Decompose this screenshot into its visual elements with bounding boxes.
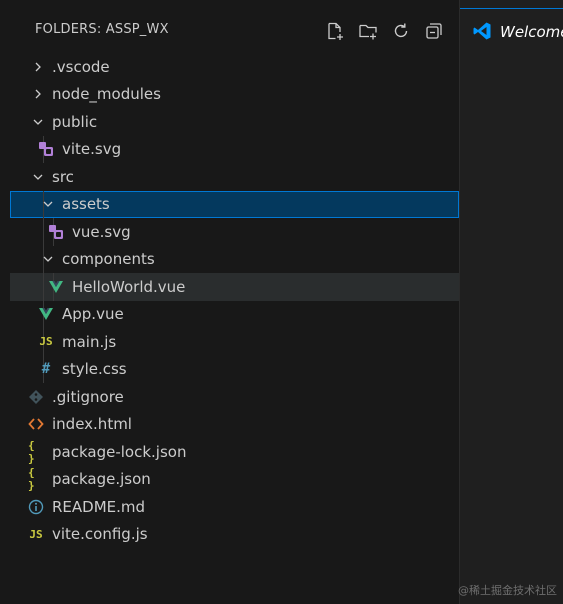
tree-item-label: index.html bbox=[52, 415, 132, 434]
tree-item-label: package.json bbox=[52, 470, 151, 489]
chevron-down-icon[interactable] bbox=[42, 253, 54, 265]
tree-item-label: src bbox=[52, 167, 74, 186]
css-icon: # bbox=[41, 361, 51, 378]
tree-item-public[interactable]: public bbox=[10, 108, 459, 136]
indent-guide bbox=[43, 273, 44, 301]
tree-item-label: public bbox=[52, 112, 98, 131]
tree-item-label: assets bbox=[62, 195, 110, 214]
tree-item-vue-svg[interactable]: vue.svg bbox=[10, 218, 459, 246]
tree-item-node-modules[interactable]: node_modules bbox=[10, 81, 459, 109]
chevron-down-icon[interactable] bbox=[32, 171, 44, 183]
tree-item-label: main.js bbox=[62, 332, 117, 351]
new-file-button[interactable] bbox=[322, 18, 347, 43]
tree-item-label: vite.svg bbox=[62, 140, 122, 159]
chevron-right-icon[interactable] bbox=[32, 88, 44, 100]
tree-item-label: App.vue bbox=[62, 305, 124, 324]
collapse-all-icon bbox=[425, 22, 442, 39]
vscode-logo-icon bbox=[473, 22, 491, 40]
tree-item-helloworld-vue[interactable]: HelloWorld.vue bbox=[10, 273, 459, 301]
tree-item-label: node_modules bbox=[52, 85, 161, 104]
tree-item-index-html[interactable]: index.html bbox=[10, 411, 459, 439]
collapse-all-button[interactable] bbox=[421, 18, 446, 43]
new-folder-button[interactable] bbox=[355, 18, 380, 43]
refresh-button[interactable] bbox=[388, 18, 413, 43]
tree-item-main-js[interactable]: JS main.js bbox=[10, 328, 459, 356]
refresh-icon bbox=[394, 23, 407, 37]
js-icon: JS bbox=[29, 527, 43, 541]
tree-item-style-css[interactable]: # style.css bbox=[10, 355, 459, 383]
tab-label: Welcome bbox=[500, 23, 563, 41]
tree-item-src[interactable]: src bbox=[10, 163, 459, 191]
svg-icon bbox=[38, 141, 54, 157]
tree-item-label: vue.svg bbox=[72, 222, 131, 241]
tree-item-readme-md[interactable]: README.md bbox=[10, 493, 459, 521]
vue-icon bbox=[48, 279, 64, 295]
js-icon: JS bbox=[39, 335, 53, 349]
chevron-right-icon[interactable] bbox=[32, 61, 44, 73]
git-icon bbox=[28, 389, 44, 405]
vue-icon bbox=[38, 306, 54, 322]
file-tree: .vscode node_modulespublic vite.svg src asse… bbox=[10, 53, 459, 548]
svg-icon bbox=[48, 224, 64, 240]
html-icon bbox=[28, 416, 44, 432]
indent-guide bbox=[43, 218, 44, 246]
explorer-title: FOLDERS: ASSP_WX bbox=[35, 22, 169, 37]
explorer-sidebar: FOLDERS: ASSP_WX .vscode node_modules pu… bbox=[10, 0, 459, 604]
new-file-icon bbox=[327, 22, 343, 40]
explorer-header: FOLDERS: ASSP_WX bbox=[10, 0, 459, 56]
tree-item-label: package-lock.json bbox=[52, 442, 187, 461]
vscode-window: FOLDERS: ASSP_WX .vscode node_modules pu… bbox=[0, 0, 563, 604]
new-folder-icon bbox=[358, 24, 377, 39]
tree-item-vscode[interactable]: .vscode bbox=[10, 53, 459, 81]
editor-area: Welcome bbox=[460, 0, 563, 604]
tree-item-vite-config-js[interactable]: JS vite.config.js bbox=[10, 521, 459, 549]
tree-item-gitignore[interactable]: .gitignore bbox=[10, 383, 459, 411]
watermark: @稀土掘金技术社区 bbox=[458, 584, 557, 597]
info-icon bbox=[28, 499, 44, 515]
tree-item-assets[interactable]: assets bbox=[10, 190, 459, 218]
tree-item-label: HelloWorld.vue bbox=[72, 277, 186, 296]
explorer-actions bbox=[322, 18, 446, 42]
chevron-down-icon[interactable] bbox=[32, 116, 44, 128]
tree-item-package-lock-json[interactable]: { } package-lock.json bbox=[10, 438, 459, 466]
tab-welcome[interactable]: Welcome bbox=[460, 8, 563, 54]
chevron-down-icon[interactable] bbox=[42, 198, 54, 210]
tree-item-components[interactable]: components bbox=[10, 245, 459, 273]
tree-item-vite-svg[interactable]: vite.svg bbox=[10, 135, 459, 163]
tree-item-label: vite.config.js bbox=[52, 525, 148, 544]
json-icon: { } bbox=[28, 438, 35, 465]
tree-item-package-json[interactable]: { } package.json bbox=[10, 466, 459, 494]
tree-item-label: components bbox=[62, 250, 155, 269]
tree-item-app-vue[interactable]: App.vue bbox=[10, 300, 459, 328]
tree-item-label: .vscode bbox=[52, 57, 110, 76]
tree-item-label: .gitignore bbox=[52, 387, 124, 406]
tree-item-label: README.md bbox=[52, 497, 146, 516]
tree-item-label: style.css bbox=[62, 360, 127, 379]
json-icon: { } bbox=[28, 466, 35, 493]
